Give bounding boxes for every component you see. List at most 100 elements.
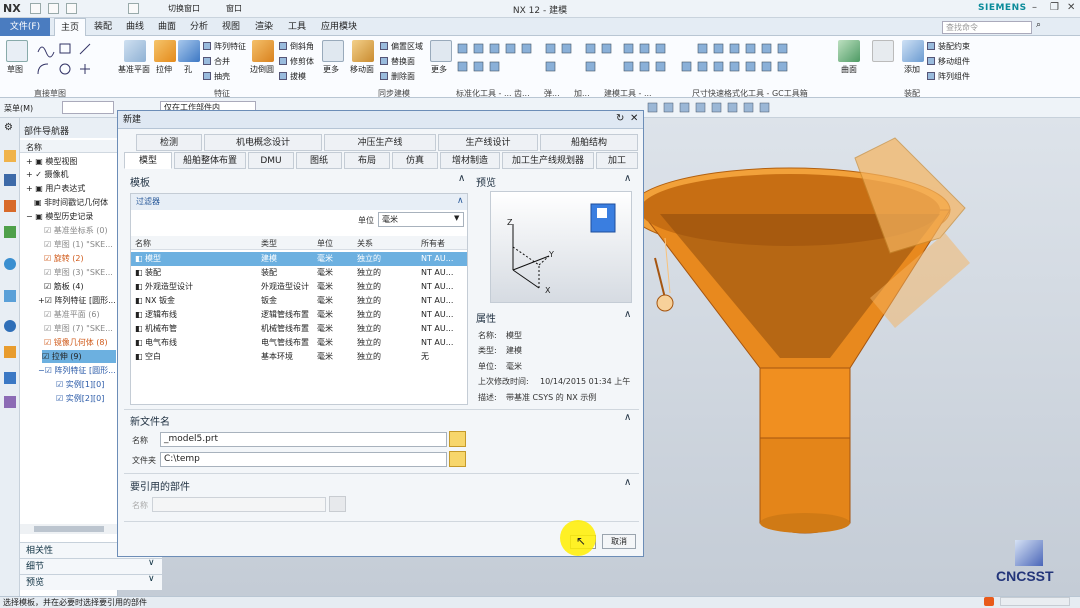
pattern-feature-button[interactable]: 阵列特征	[214, 41, 246, 52]
column-header-unit[interactable]: 单位	[317, 238, 333, 249]
shell-icon[interactable]	[203, 72, 211, 80]
extrude-icon[interactable]	[154, 40, 176, 62]
assembly-constraint-button[interactable]: 装配约束	[938, 41, 970, 52]
part-navigator-icon[interactable]	[4, 150, 16, 162]
edge-blend-icon[interactable]	[252, 40, 274, 62]
chevron-down-icon[interactable]: ∨	[148, 558, 155, 568]
tab-simulation[interactable]: 仿真	[392, 152, 438, 169]
file-menu[interactable]: 文件(F)	[0, 18, 50, 36]
collapse-icon[interactable]: ∧	[624, 412, 631, 423]
folder-input[interactable]: C:\temp	[160, 452, 447, 467]
preview-section-title[interactable]: 预览	[476, 174, 496, 189]
restore-icon[interactable]: ❐	[1050, 2, 1059, 13]
trim-body-icon[interactable]	[279, 57, 287, 65]
tab-mechatronics[interactable]: 机电概念设计	[204, 134, 322, 151]
delete-face-icon[interactable]	[380, 72, 388, 80]
tab-model[interactable]: 模型	[124, 152, 172, 169]
browse-folder-icon[interactable]	[449, 451, 466, 467]
table-row[interactable]: ◧ NX 钣金 钣金 毫米 独立的 NT AU...	[131, 294, 467, 308]
nav-item-feature[interactable]: +☑ 阵列特征 [圆形...	[38, 294, 116, 307]
more-sync-icon[interactable]	[430, 40, 452, 62]
assembly-constraint-icon[interactable]	[927, 42, 935, 50]
assembly-nav-icon[interactable]	[872, 40, 894, 62]
column-header-relation[interactable]: 关系	[357, 238, 373, 249]
dropdown-arrow-icon[interactable]: ▼	[454, 214, 459, 222]
clock-icon[interactable]	[4, 320, 16, 332]
tab-ship-structure[interactable]: 船舶结构	[540, 134, 638, 151]
constraint-navigator-icon[interactable]	[4, 200, 16, 212]
nav-item-feature[interactable]: ☑ 旋转 (2)	[44, 252, 84, 265]
more-features-icon[interactable]	[322, 40, 344, 62]
tab-layout[interactable]: 布局	[344, 152, 390, 169]
minimize-icon[interactable]: –	[1032, 2, 1037, 13]
add-icon[interactable]	[902, 40, 924, 62]
pattern-feature-icon[interactable]	[203, 42, 211, 50]
table-row[interactable]: ◧ 电气布线 电气管线布置 毫米 独立的 NT AU...	[131, 336, 467, 350]
tab-press-line[interactable]: 冲压生产线	[324, 134, 436, 151]
history-icon[interactable]	[4, 290, 16, 302]
draft-icon[interactable]	[279, 72, 287, 80]
replace-face-button[interactable]: 替换面	[391, 56, 415, 67]
tab-line-design[interactable]: 生产线设计	[438, 134, 538, 151]
ime-icon[interactable]	[984, 597, 994, 606]
nav-item-non-timestamp[interactable]: ▣ 非时间戳记几何体	[34, 196, 108, 209]
offset-region-button[interactable]: 偏置区域	[391, 41, 423, 52]
system-tray[interactable]	[1000, 597, 1070, 606]
snap-toolbar-icons[interactable]	[644, 101, 774, 115]
tab-analysis[interactable]: 分析	[184, 18, 214, 36]
properties-section-title[interactable]: 属性	[476, 310, 496, 325]
nav-item-feature[interactable]: ☑ 草图 (3) "SKE...	[44, 266, 113, 279]
nav-item-feature[interactable]: ☑ 筋板 (4)	[44, 280, 84, 293]
cancel-button[interactable]: 取消	[602, 534, 636, 549]
unit-select[interactable]: 毫米	[378, 212, 464, 227]
type-filter-select[interactable]	[62, 101, 114, 114]
add-label[interactable]: 添加	[904, 64, 920, 75]
refpart-section-title[interactable]: 要引用的部件	[130, 478, 190, 493]
delete-face-button[interactable]: 删除面	[391, 71, 415, 82]
trim-body-button[interactable]: 修剪体	[290, 56, 314, 67]
tab-surface[interactable]: 曲面	[152, 18, 182, 36]
move-component-icon[interactable]	[927, 57, 935, 65]
chevron-down-icon[interactable]: ∨	[148, 574, 155, 584]
move-face-label[interactable]: 移动面	[350, 64, 374, 75]
web-browser-icon[interactable]	[4, 258, 16, 270]
navigator-name-column[interactable]: 名称	[26, 142, 42, 153]
surface-icon[interactable]	[838, 40, 860, 62]
table-row[interactable]: ◧ 空白 基本环境 毫米 独立的 无	[131, 350, 467, 364]
close-icon[interactable]: ✕	[1067, 2, 1075, 13]
process-studio-icon[interactable]	[4, 396, 16, 408]
reuse-library-icon[interactable]	[4, 226, 16, 238]
collapse-icon[interactable]: ∧	[624, 477, 631, 488]
nav-item-feature[interactable]: ☑ 基准平面 (6)	[44, 308, 100, 321]
table-row-selected[interactable]: ◧ 模型 建模 毫米 独立的 NT AU...	[131, 252, 467, 266]
scrollbar-thumb[interactable]	[34, 526, 104, 532]
close-icon[interactable]: ✕	[630, 113, 638, 124]
nav-item-feature[interactable]: ☑ 草图 (1) "SKE...	[44, 238, 113, 251]
collapse-icon[interactable]: ∧	[458, 173, 465, 184]
collapse-icon[interactable]: ∧	[624, 309, 631, 320]
table-row[interactable]: ◧ 逻辑布线 逻辑管线布置 毫米 独立的 NT AU...	[131, 308, 467, 322]
settings-icon[interactable]: ⚙	[4, 122, 13, 133]
tab-applications[interactable]: 应用模块	[316, 18, 362, 36]
pattern-component-icon[interactable]	[927, 72, 935, 80]
search-icon[interactable]: ⌕	[1036, 20, 1041, 30]
column-header-owner[interactable]: 所有者	[421, 238, 445, 249]
menu-button[interactable]: 菜单(M)	[4, 103, 33, 114]
tab-dmu[interactable]: DMU	[248, 152, 294, 169]
move-face-icon[interactable]	[352, 40, 374, 62]
surface-label[interactable]: 曲面	[841, 64, 857, 75]
nav-item-feature[interactable]: ☑ 镜像几何体 (8)	[44, 336, 108, 349]
tab-curve[interactable]: 曲线	[120, 18, 150, 36]
system-scene-icon[interactable]	[4, 372, 16, 384]
toolbox-icons[interactable]	[452, 40, 842, 80]
tab-additive[interactable]: 增材制造	[440, 152, 500, 169]
hole-label[interactable]: 孔	[184, 64, 192, 75]
tab-home[interactable]: 主页	[54, 18, 86, 36]
filter-header[interactable]: 过滤器	[131, 194, 467, 210]
extrude-label[interactable]: 拉伸	[156, 64, 172, 75]
shell-button[interactable]: 抽壳	[214, 71, 230, 82]
datum-plane-label[interactable]: 基准平面	[118, 64, 150, 75]
table-row[interactable]: ◧ 外观造型设计 外观造型设计 毫米 独立的 NT AU...	[131, 280, 467, 294]
move-component-button[interactable]: 移动组件	[938, 56, 970, 67]
filename-input[interactable]: _model5.prt	[160, 432, 447, 447]
